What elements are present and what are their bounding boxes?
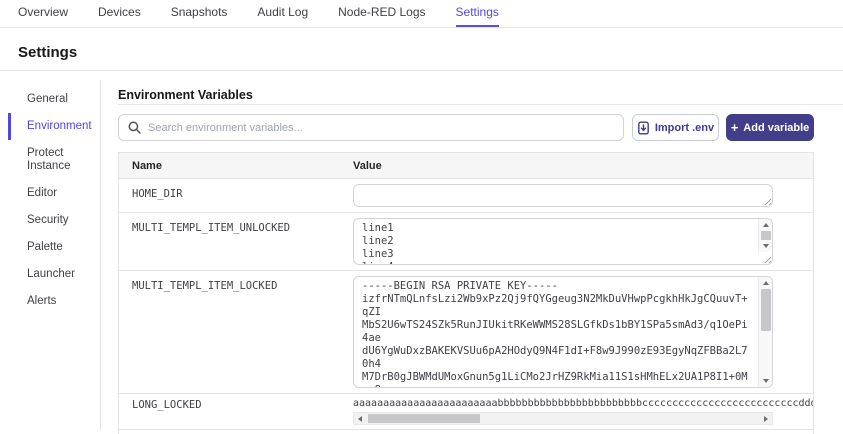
sidebar-item-launcher[interactable]: Launcher [8,261,100,288]
tab-overview[interactable]: Overview [18,5,68,27]
column-header-value: Value [353,159,382,172]
tab-node-red-logs[interactable]: Node-RED Logs [338,5,425,27]
sidebar-item-palette[interactable]: Palette [8,234,100,261]
table-row-partial [119,430,813,434]
add-variable-button[interactable]: + Add variable [726,114,814,141]
import-env-label: Import .env [654,121,715,134]
scrollbar-thumb[interactable] [760,230,771,241]
settings-sidebar: General Environment Protect Instance Edi… [8,86,100,315]
scroll-down-icon[interactable] [759,375,773,387]
table-row-long-locked: LONG_LOCKED aaaaaaaaaaaaaaaaaaaaaaaabbbb… [119,394,813,430]
scroll-right-icon[interactable] [760,413,772,424]
top-tab-bar: Overview Devices Snapshots Audit Log Nod… [0,0,843,28]
sidebar-item-editor[interactable]: Editor [8,180,100,207]
scroll-left-icon[interactable] [354,413,366,424]
env-variables-table: Name Value HOME_DIR MULTI_TEMPL_ITEM_UNL… [118,152,814,434]
long-locked-value: aaaaaaaaaaaaaaaaaaaaaaaabbbbbbbbbbbbbbbb… [353,398,813,409]
variable-name: HOME_DIR [132,188,183,200]
add-variable-label: Add variable [743,121,810,134]
variable-name: MULTI_TEMPL_ITEM_UNLOCKED [132,222,291,234]
tab-devices[interactable]: Devices [98,5,141,27]
variable-value-cell: -----BEGIN RSA PRIVATE KEY----- izfrNTmQ… [353,271,813,393]
tab-audit-log[interactable]: Audit Log [257,5,308,27]
scroll-down-icon[interactable] [759,240,773,252]
vertical-scrollbar[interactable] [758,219,772,252]
variable-value-cell [353,179,813,212]
import-file-icon [637,121,650,135]
settings-page: Overview Devices Snapshots Audit Log Nod… [0,0,843,434]
panel-title: Environment Variables [118,88,253,102]
scrollbar-thumb[interactable] [368,414,480,423]
variable-value-cell: aaaaaaaaaaaaaaaaaaaaaaaabbbbbbbbbbbbbbbb… [353,394,813,429]
sidebar-item-general[interactable]: General [8,86,100,113]
value-textarea-multi-templ-item-locked[interactable]: -----BEGIN RSA PRIVATE KEY----- izfrNTmQ… [353,276,773,388]
sidebar-item-environment[interactable]: Environment [8,113,100,140]
plus-icon: + [730,120,739,135]
horizontal-scrollbar[interactable] [353,412,773,425]
variable-name: MULTI_TEMPL_ITEM_LOCKED [132,280,278,292]
search-box [118,114,624,141]
tab-snapshots[interactable]: Snapshots [171,5,228,27]
value-textarea-home-dir[interactable] [353,184,773,207]
sidebar-item-alerts[interactable]: Alerts [8,288,100,315]
column-header-name: Name [132,159,162,172]
vertical-scrollbar[interactable] [758,277,772,387]
variable-name: LONG_LOCKED [132,399,202,411]
table-row-multi-templ-item-locked: MULTI_TEMPL_ITEM_LOCKED -----BEGIN RSA P… [119,271,813,394]
search-input[interactable] [148,121,623,134]
page-title: Settings [18,44,78,61]
value-textarea-multi-templ-item-unlocked[interactable]: line1 line2 line3 line4 [353,218,773,265]
table-row-multi-templ-item-unlocked: MULTI_TEMPL_ITEM_UNLOCKED line1 line2 li… [119,213,813,271]
sidebar-item-protect-instance[interactable]: Protect Instance [8,140,100,180]
sidebar-divider [100,80,101,430]
variable-value-cell: line1 line2 line3 line4 [353,213,813,270]
scrollbar-thumb[interactable] [760,289,771,331]
scroll-up-icon[interactable] [759,277,773,289]
table-header-row: Name Value [119,153,813,179]
divider [0,70,843,71]
tab-settings[interactable]: Settings [455,5,499,27]
table-row-home-dir: HOME_DIR [119,179,813,213]
divider [118,104,843,105]
sidebar-item-security[interactable]: Security [8,207,100,234]
scrollbar-track[interactable] [366,413,760,424]
import-env-button[interactable]: Import .env [632,114,719,141]
search-icon [128,121,141,134]
scroll-up-icon[interactable] [759,219,773,231]
